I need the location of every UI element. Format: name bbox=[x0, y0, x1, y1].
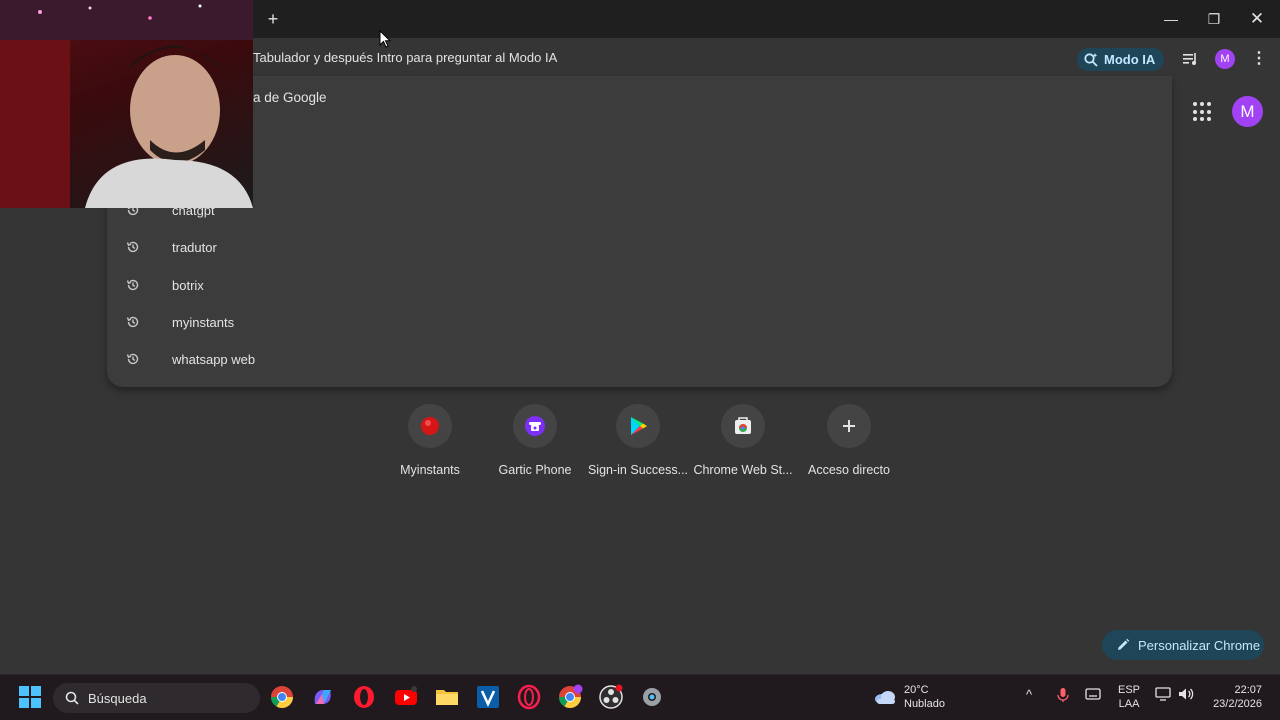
modo-ia-label: Modo IA bbox=[1104, 52, 1156, 67]
history-label: whatsapp web bbox=[172, 351, 256, 367]
red-circle-icon bbox=[408, 404, 452, 448]
customize-label: Personalizar Chrome bbox=[1138, 637, 1261, 653]
webcam-overlay bbox=[0, 0, 253, 208]
history-label: botrix bbox=[172, 277, 204, 293]
new-tab-button[interactable]: + bbox=[263, 9, 283, 29]
modo-ia-button[interactable]: Modo IA bbox=[1077, 48, 1165, 71]
omnibox-hint[interactable]: Tabulador y después Intro para preguntar… bbox=[253, 50, 557, 65]
web-store-icon bbox=[721, 404, 765, 448]
shortcut-label: Gartic Phone bbox=[498, 463, 572, 477]
weather-widget[interactable]: 20°C Nublado bbox=[873, 683, 945, 711]
plus-icon bbox=[827, 404, 871, 448]
history-label: myinstants bbox=[172, 314, 235, 330]
taskbar-search-placeholder: Búsqueda bbox=[88, 690, 147, 706]
history-suggestion[interactable]: myinstants bbox=[120, 304, 1160, 340]
chrome-menu-icon[interactable]: ⋮ bbox=[1250, 50, 1268, 68]
copilot-app-icon[interactable] bbox=[310, 684, 336, 710]
system-clock[interactable]: 22:07 23/2/2026 bbox=[1206, 683, 1262, 711]
volume-icon[interactable] bbox=[1178, 687, 1194, 701]
restore-button[interactable]: ❐ bbox=[1203, 8, 1225, 30]
search-suggestion[interactable]: a de Google bbox=[253, 90, 327, 105]
opera-gx-app-icon[interactable] bbox=[516, 684, 542, 710]
history-icon bbox=[126, 278, 156, 292]
pencil-icon bbox=[1118, 638, 1130, 650]
history-suggestion[interactable]: botrix bbox=[120, 267, 1160, 303]
file-explorer-icon[interactable] bbox=[434, 684, 460, 710]
history-label: tradutor bbox=[172, 239, 217, 255]
phone-icon bbox=[513, 404, 557, 448]
customize-chrome-button[interactable]: Personalizar Chrome bbox=[1102, 630, 1264, 660]
shortcut-chrome-web-store[interactable]: Chrome Web St... bbox=[691, 404, 795, 477]
chrome-profile-app-icon[interactable] bbox=[557, 684, 583, 710]
media-control-icon[interactable] bbox=[1182, 50, 1200, 68]
shortcut-label: Acceso directo bbox=[808, 463, 890, 477]
weather-desc: Nublado bbox=[904, 698, 945, 710]
network-icon[interactable] bbox=[1155, 687, 1171, 701]
taskbar-search[interactable]: Búsqueda bbox=[53, 683, 260, 713]
youtube-app-icon[interactable] bbox=[393, 684, 419, 710]
history-icon bbox=[126, 352, 156, 366]
play-store-icon bbox=[616, 404, 660, 448]
obs-app-icon[interactable] bbox=[598, 684, 624, 710]
shortcut-label: Myinstants bbox=[400, 463, 460, 477]
clock-time: 22:07 bbox=[1234, 684, 1262, 696]
history-suggestion[interactable]: tradutor bbox=[120, 229, 1160, 265]
language-indicator[interactable]: ESP LAA bbox=[1118, 683, 1140, 711]
opera-app-icon[interactable] bbox=[351, 684, 377, 710]
ntp-account-avatar[interactable]: M bbox=[1232, 96, 1263, 127]
google-apps-icon[interactable] bbox=[1193, 102, 1213, 122]
history-suggestion[interactable]: chatgpt bbox=[120, 192, 1160, 228]
shortcut-gartic-phone[interactable]: Gartic Phone bbox=[483, 404, 587, 477]
mouse-cursor-icon bbox=[379, 30, 391, 48]
history-suggestion[interactable]: whatsapp web bbox=[120, 341, 1160, 377]
keyboard-layout: LAA bbox=[1118, 698, 1140, 710]
clock-date: 23/2/2026 bbox=[1213, 698, 1262, 710]
shortcut-add[interactable]: Acceso directo bbox=[797, 404, 901, 477]
shortcut-label: Sign-in Success... bbox=[587, 463, 689, 477]
cloud-icon bbox=[875, 691, 895, 704]
shortcut-label: Chrome Web St... bbox=[693, 463, 793, 477]
webcam-person-image bbox=[0, 0, 253, 208]
vegas-app-icon[interactable] bbox=[475, 684, 501, 710]
ai-search-icon bbox=[1084, 52, 1098, 67]
windows-start-icon[interactable] bbox=[19, 686, 41, 708]
shortcut-play-store[interactable]: Sign-in Success... bbox=[586, 404, 690, 477]
language-code: ESP bbox=[1118, 684, 1141, 696]
chevron-up-icon[interactable]: ^ bbox=[1026, 687, 1032, 702]
shortcut-myinstants[interactable]: Myinstants bbox=[378, 404, 482, 477]
keyboard-icon[interactable] bbox=[1085, 687, 1101, 701]
microphone-icon[interactable] bbox=[1056, 687, 1070, 703]
profile-avatar[interactable]: M bbox=[1215, 49, 1235, 69]
history-icon bbox=[126, 240, 156, 254]
close-button[interactable]: ✕ bbox=[1246, 8, 1268, 30]
history-icon bbox=[126, 315, 156, 329]
minimize-button[interactable]: — bbox=[1160, 8, 1182, 30]
search-icon bbox=[65, 691, 79, 705]
weather-temp: 20°C bbox=[904, 684, 929, 696]
taskbar: Búsqueda 20°C Nublado ^ ESP LAA 22:07 23… bbox=[0, 674, 1280, 720]
chrome-app-icon[interactable] bbox=[269, 684, 295, 710]
settings-app-icon[interactable] bbox=[639, 684, 665, 710]
